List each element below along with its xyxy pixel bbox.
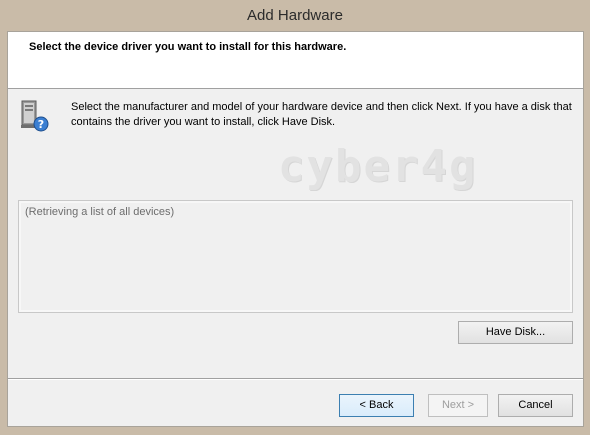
dialog-header: Select the device driver you want to ins…: [8, 32, 583, 89]
device-list[interactable]: (Retrieving a list of all devices): [18, 200, 573, 313]
hardware-question-icon: ?: [21, 100, 49, 132]
footer-divider: [8, 378, 583, 380]
device-list-status: (Retrieving a list of all devices): [25, 206, 175, 218]
watermark-text: cyber4g: [278, 141, 478, 192]
have-disk-button[interactable]: Have Disk...: [458, 321, 573, 344]
window-title: Add Hardware: [247, 7, 343, 24]
back-button[interactable]: < Back: [339, 394, 414, 417]
header-title: Select the device driver you want to ins…: [29, 41, 347, 53]
cancel-button[interactable]: Cancel: [498, 394, 573, 417]
instruction-text: Select the manufacturer and model of you…: [71, 101, 572, 128]
svg-text:?: ?: [38, 118, 44, 131]
next-button[interactable]: Next >: [428, 394, 488, 417]
add-hardware-window: Add Hardware Select the device driver yo…: [0, 0, 590, 435]
dialog-client-area: Select the device driver you want to ins…: [7, 31, 584, 427]
